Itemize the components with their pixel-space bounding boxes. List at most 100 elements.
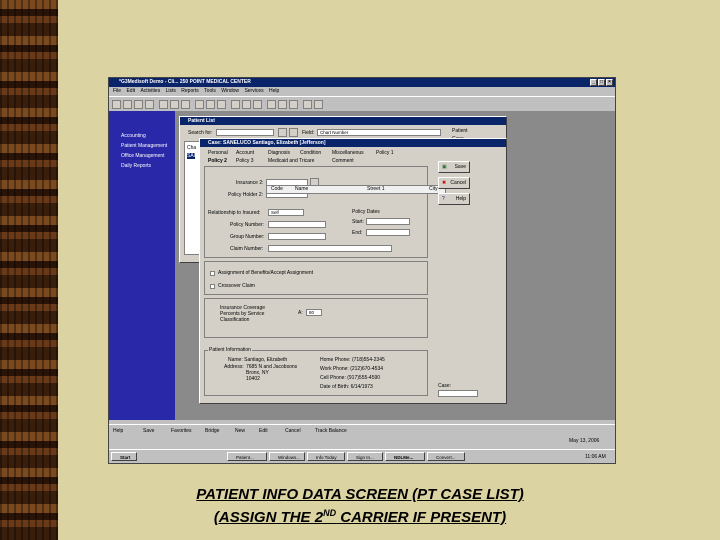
filter-icon[interactable] (289, 128, 298, 137)
patient-list-title: Patient List (180, 117, 506, 125)
tab-policy-2[interactable]: Policy 2 (208, 158, 227, 164)
address-label: Address: (224, 364, 244, 370)
tab-miscellaneous[interactable]: Miscellaneous (332, 150, 364, 156)
search-icon[interactable] (278, 128, 287, 137)
group-number-input[interactable] (268, 233, 326, 240)
tab-comment[interactable]: Comment (332, 158, 354, 164)
relationship-label: Relationship to Insured: (208, 210, 261, 216)
help-button[interactable]: ? Help (438, 193, 470, 205)
toolbar-icon-18[interactable] (314, 100, 323, 109)
start-date-input[interactable] (366, 218, 410, 225)
toolbar-icon-4[interactable] (145, 100, 154, 109)
policy-number-input[interactable] (268, 221, 326, 228)
insurance-label: Insurance 2: (236, 180, 264, 186)
end-date-label: End: (352, 230, 363, 236)
start-button[interactable]: Start (111, 452, 137, 461)
relationship-select[interactable]: Self (268, 209, 304, 216)
close-icon[interactable]: × (606, 79, 613, 86)
app-title: *G3Medisoft Demo - Cli... 250 POINT MEDI… (119, 79, 251, 85)
toolbar-icon-3[interactable] (134, 100, 143, 109)
caption-line-2: (ASSIGN THE 2ND CARRIER IF PRESENT) (0, 508, 720, 526)
search-input[interactable] (216, 129, 274, 136)
toolbar-icon-14[interactable] (267, 100, 276, 109)
taskbar-item-sign-in[interactable]: Sign In... (347, 452, 383, 461)
assignment-checkbox[interactable] (210, 271, 215, 276)
toolbar-icon-15[interactable] (278, 100, 287, 109)
bottom-new-button[interactable]: New (235, 427, 245, 435)
tab-diagnosis[interactable]: Diagnosis (268, 150, 290, 156)
claim-number-input[interactable] (268, 245, 392, 252)
help-icon: ? (442, 196, 445, 202)
sidebar-item-office-management[interactable]: Office Management (121, 153, 165, 159)
menu-tools[interactable]: Tools (204, 88, 216, 94)
taskbar-item-patient[interactable]: Patient... (227, 452, 267, 461)
toolbar-icon-10[interactable] (217, 100, 226, 109)
group-number-label: Group Number: (230, 234, 265, 240)
tab-policy-1[interactable]: Policy 1 (376, 150, 394, 156)
taskbar: Start Patient... Windows... Info Today S… (109, 449, 615, 463)
taskbar-item-ndlme[interactable]: NDLMe... (385, 452, 425, 461)
sidebar-item-daily-reports[interactable]: Daily Reports (121, 163, 151, 169)
lookup-grid: Code Name Street 1 City (266, 185, 446, 194)
toolbar-icon-6[interactable] (170, 100, 179, 109)
toolbar-icon-17[interactable] (303, 100, 312, 109)
tab-personal[interactable]: Personal (208, 150, 228, 156)
toolbar-icon-1[interactable] (112, 100, 121, 109)
menu-lists[interactable]: Lists (166, 88, 176, 94)
bottom-bridge-button[interactable]: Bridge (205, 427, 219, 435)
home-phone: Home Phone: (718)554-2345 (320, 357, 385, 363)
toolbar-icon-12[interactable] (242, 100, 251, 109)
menu-reports[interactable]: Reports (181, 88, 199, 94)
bottom-favorites-button[interactable]: Favorites (171, 427, 192, 435)
bottom-edit-button[interactable]: Edit (259, 427, 268, 435)
patient-radio[interactable]: Patient (452, 128, 468, 134)
toolbar-icon-2[interactable] (123, 100, 132, 109)
claim-number-label: Claim Number: (230, 246, 264, 252)
menu-window[interactable]: Window (221, 88, 239, 94)
toolbar-icon-16[interactable] (289, 100, 298, 109)
bottom-help-button[interactable]: Help (113, 427, 123, 435)
field-select[interactable]: Chart Number (317, 129, 441, 136)
tab-account[interactable]: Account (236, 150, 254, 156)
coverage-percent-input[interactable]: 80 (306, 309, 322, 316)
toolbar-icon-5[interactable] (159, 100, 168, 109)
sidebar-item-accounting[interactable]: Accounting (121, 133, 146, 139)
table-row[interactable]: Cha (187, 145, 196, 151)
bottom-track-balance-button[interactable]: Track Balance (315, 427, 347, 435)
menu-activities[interactable]: Activities (140, 88, 160, 94)
status-bar: May 13, 2006 (109, 436, 615, 446)
tab-condition[interactable]: Condition (300, 150, 321, 156)
menu-file[interactable]: File (113, 88, 121, 94)
taskbar-item-windows[interactable]: Windows... (269, 452, 305, 461)
assignment-label: Assignment of Benefits/Accept Assignment (218, 270, 314, 276)
menu-services[interactable]: Services (244, 88, 263, 94)
toolbar-icon-7[interactable] (181, 100, 190, 109)
maximize-icon[interactable]: □ (598, 79, 605, 86)
bottom-save-button[interactable]: Save (143, 427, 154, 435)
end-date-input[interactable] (366, 229, 410, 236)
taskbar-item-convert[interactable]: Convert... (427, 452, 465, 461)
bottom-cancel-button[interactable]: Cancel (285, 427, 301, 435)
toolbar-icon-11[interactable] (231, 100, 240, 109)
save-icon: ▣ (442, 164, 447, 170)
taskbar-item-info-today[interactable]: Info Today (307, 452, 345, 461)
table-row[interactable]: SAI (187, 153, 196, 159)
crossover-checkbox[interactable] (210, 284, 215, 289)
minimize-icon[interactable]: _ (590, 79, 597, 86)
toolbar-icon-13[interactable] (253, 100, 262, 109)
policy-number-label: Policy Number: (230, 222, 264, 228)
lookup-col-code: Code (271, 186, 283, 192)
toolbar-icon-8[interactable] (195, 100, 204, 109)
case-select[interactable] (438, 390, 478, 397)
menu-edit[interactable]: Edit (126, 88, 135, 94)
toolbar-icon-9[interactable] (206, 100, 215, 109)
sidebar-item-patient-management[interactable]: Patient Management (121, 143, 167, 149)
patient-name: Name: Santiago, Elizabeth (228, 357, 288, 363)
tab-medicaid-tricare[interactable]: Medicaid and Tricare (268, 158, 314, 164)
save-button[interactable]: ▣ Save (438, 161, 470, 173)
menu-bar: File Edit Activities Lists Reports Tools… (109, 87, 615, 95)
tab-policy-3[interactable]: Policy 3 (236, 158, 254, 164)
field-label: Field: (302, 130, 315, 136)
cancel-button[interactable]: ✖ Cancel (438, 177, 470, 189)
menu-help[interactable]: Help (269, 88, 279, 94)
